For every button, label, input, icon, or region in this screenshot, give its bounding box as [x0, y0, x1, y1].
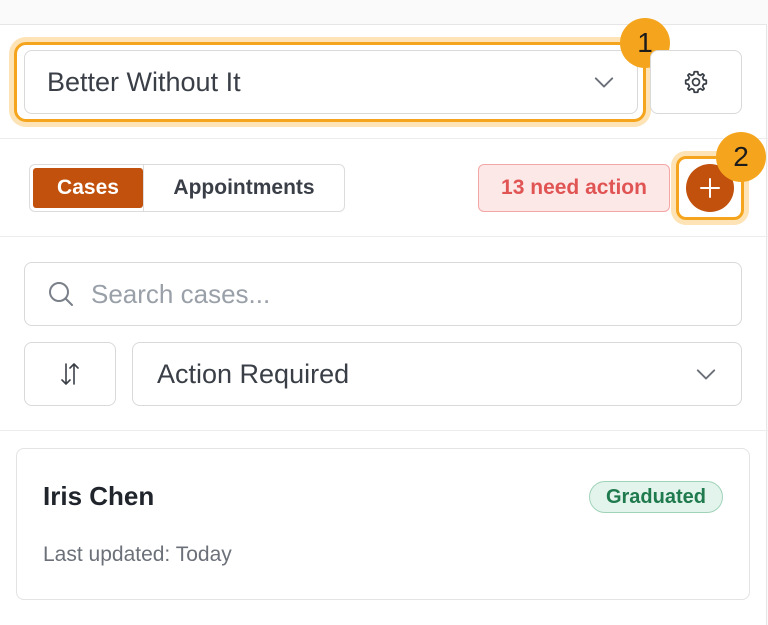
- gear-icon: [684, 70, 708, 94]
- need-action-badge[interactable]: 13 need action: [478, 164, 670, 212]
- settings-button[interactable]: [650, 50, 742, 114]
- divider: [0, 138, 768, 139]
- search-input[interactable]: [89, 277, 693, 311]
- view-tabs: Cases Appointments: [29, 164, 345, 212]
- search-box[interactable]: [24, 262, 742, 326]
- step-badge-2: 2: [716, 132, 766, 182]
- plus-icon: [700, 178, 720, 198]
- case-name: Iris Chen: [43, 481, 155, 511]
- status-filter-select[interactable]: Action Required: [132, 342, 742, 406]
- status-badge: Graduated: [588, 481, 723, 513]
- chevron-down-icon: [696, 369, 716, 380]
- sort-button[interactable]: [24, 342, 116, 406]
- sort-arrows-icon: [61, 363, 79, 385]
- status-filter-value: Action Required: [157, 358, 350, 389]
- tab-cases[interactable]: Cases: [33, 168, 143, 208]
- last-updated: Last updated: Today: [43, 543, 232, 566]
- tab-appointments[interactable]: Appointments: [143, 165, 344, 211]
- workspace-select-value: Better Without It: [47, 66, 241, 97]
- workspace-select[interactable]: Better Without It: [24, 50, 638, 114]
- case-card[interactable]: Iris Chen Graduated Last updated: Today: [16, 448, 750, 600]
- divider: [0, 430, 768, 431]
- divider: [0, 236, 768, 237]
- search-icon: [49, 282, 73, 306]
- chevron-down-icon: [594, 77, 614, 88]
